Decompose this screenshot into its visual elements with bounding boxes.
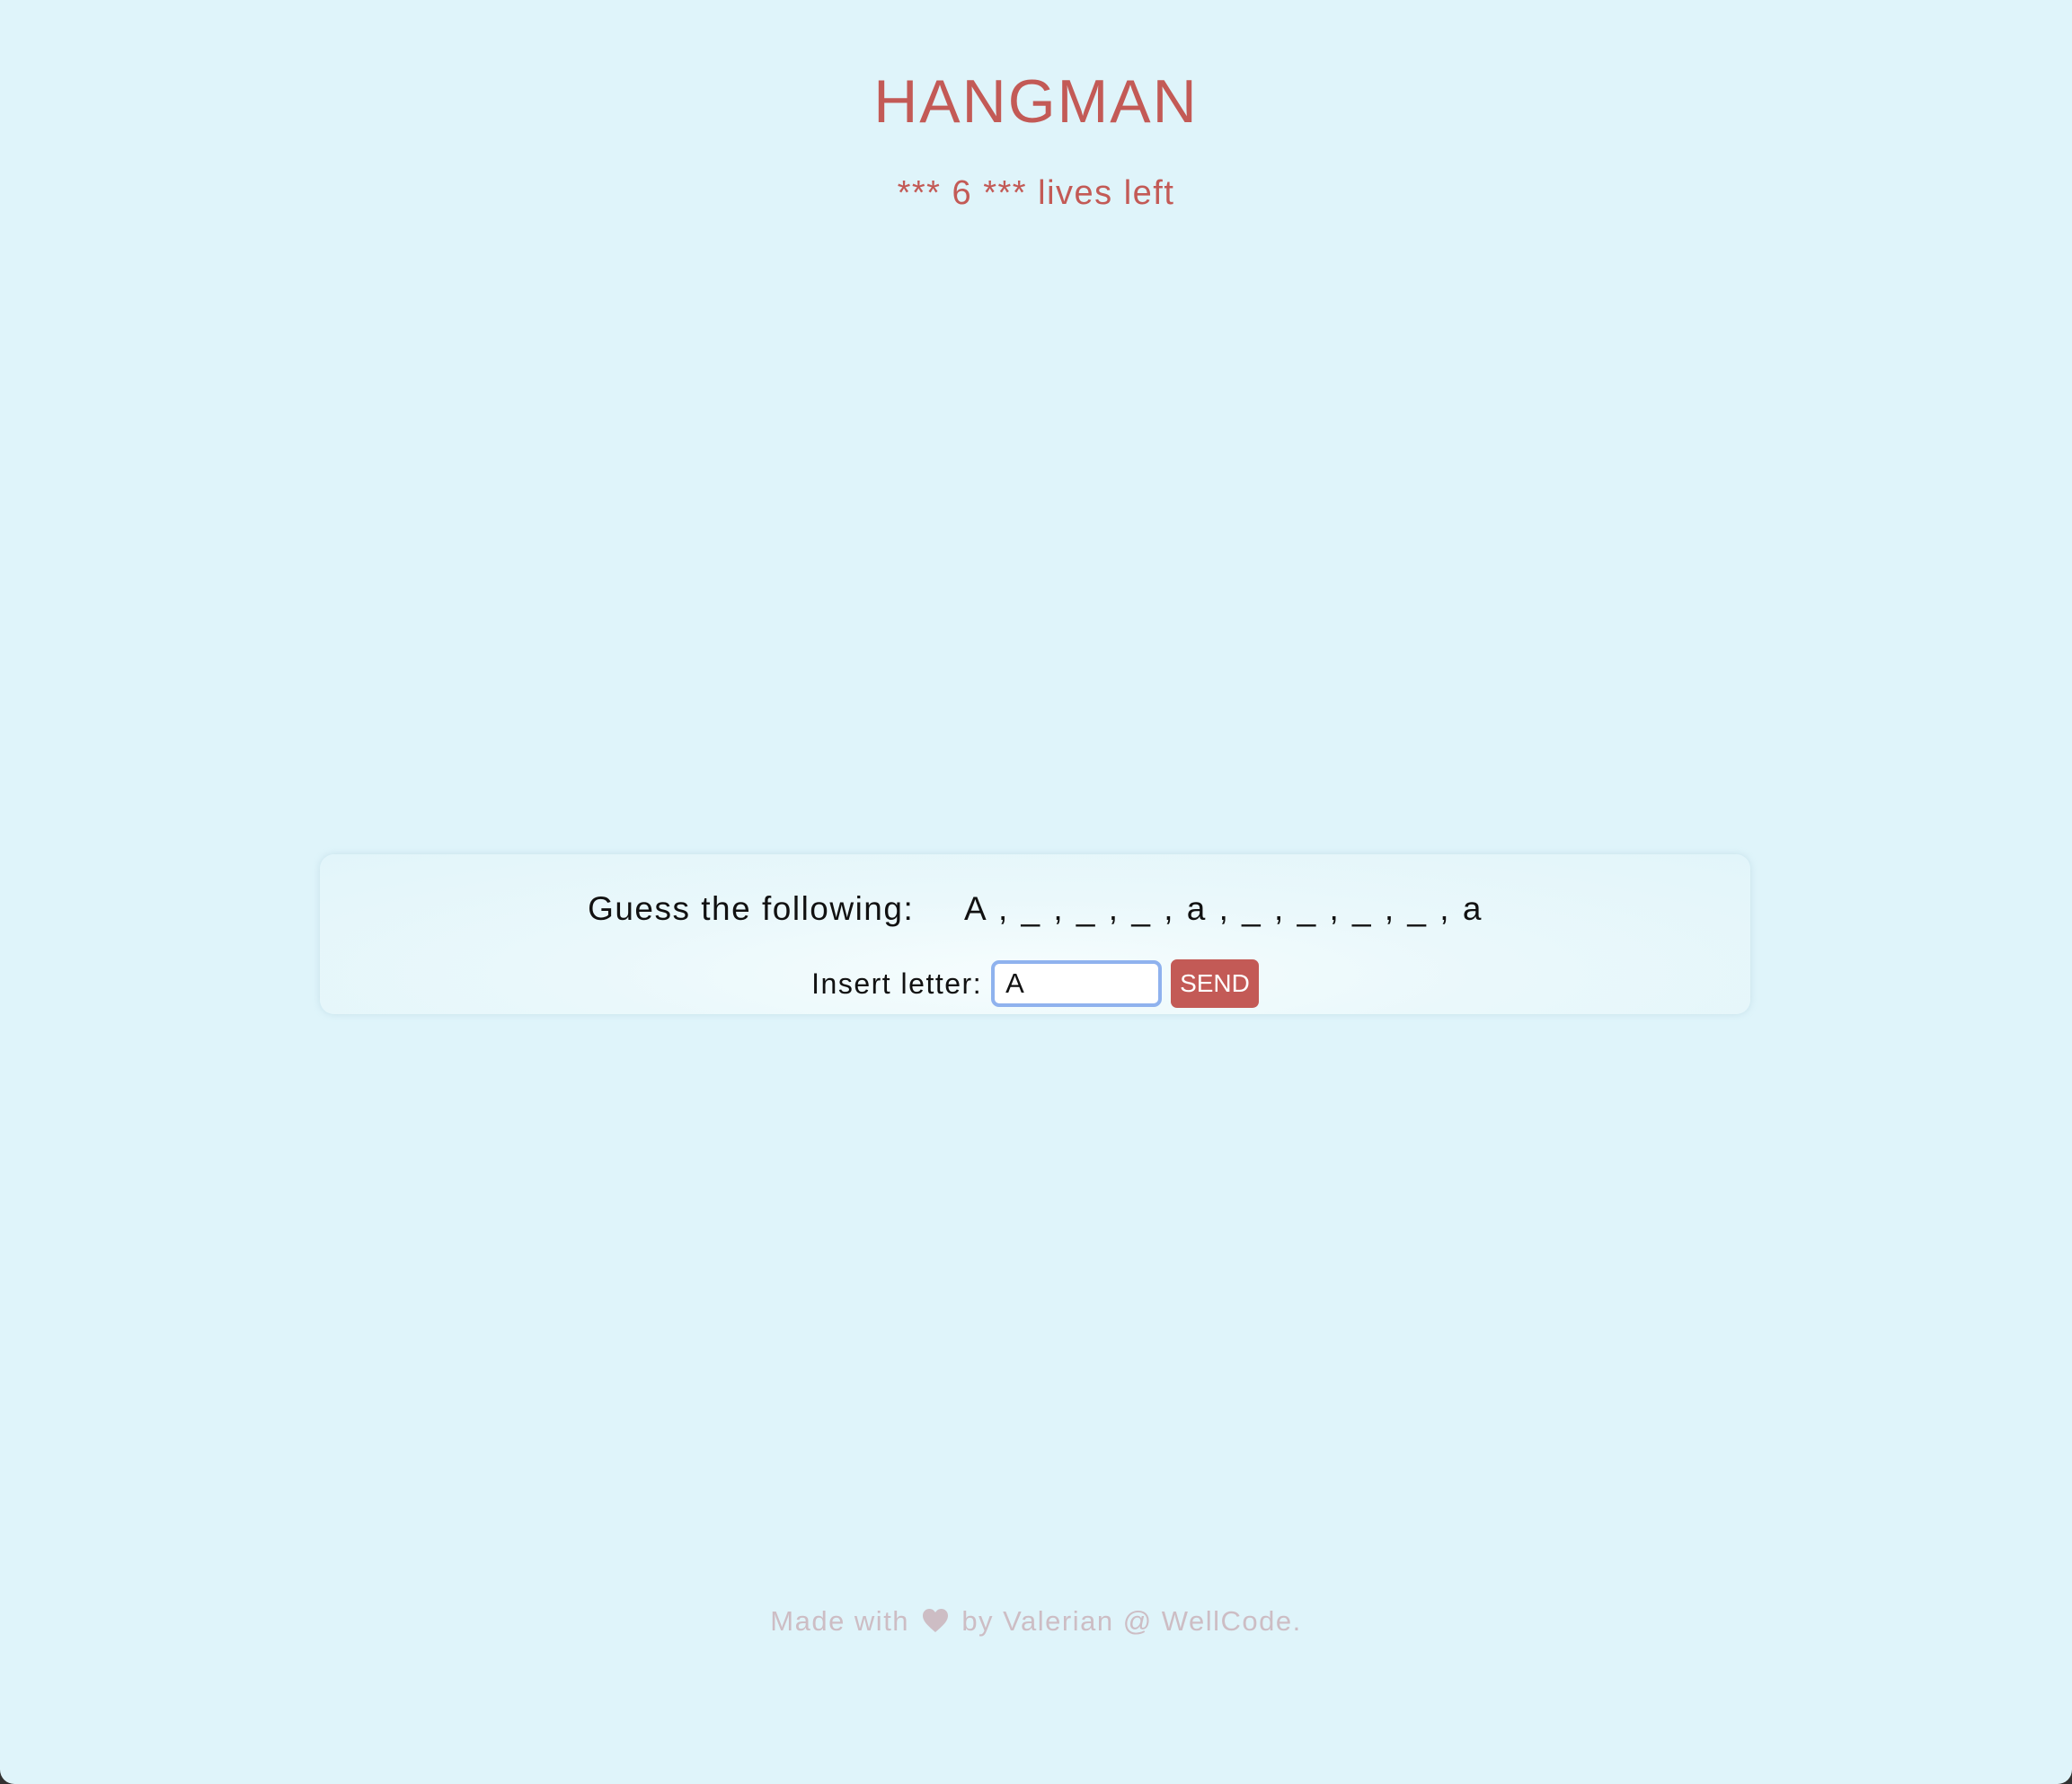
footer-text-after: by Valerian @ WellCode. [961,1605,1302,1637]
lives-counter: *** 6 *** lives left [897,174,1175,212]
guess-row: Guess the following: A , _ , _ , _ , a ,… [320,887,1750,932]
page: HANGMAN *** 6 *** lives left Guess the f… [0,0,2072,1784]
letter-form: Insert letter: SEND [320,956,1750,1011]
footer-text-before: Made with [770,1605,910,1637]
letter-input[interactable] [991,960,1163,1007]
guess-label: Guess the following: [588,890,915,927]
page-title: HANGMAN [873,67,1199,136]
heart-icon [922,1604,949,1644]
insert-letter-label: Insert letter: [811,967,983,1000]
footer: Made with by Valerian @ WellCode. [0,1602,2072,1644]
send-button[interactable]: SEND [1171,959,1259,1008]
word-pattern: A , _ , _ , _ , a , _ , _ , _ , _ , a [964,890,1483,927]
game-card: Guess the following: A , _ , _ , _ , a ,… [320,854,1750,1014]
